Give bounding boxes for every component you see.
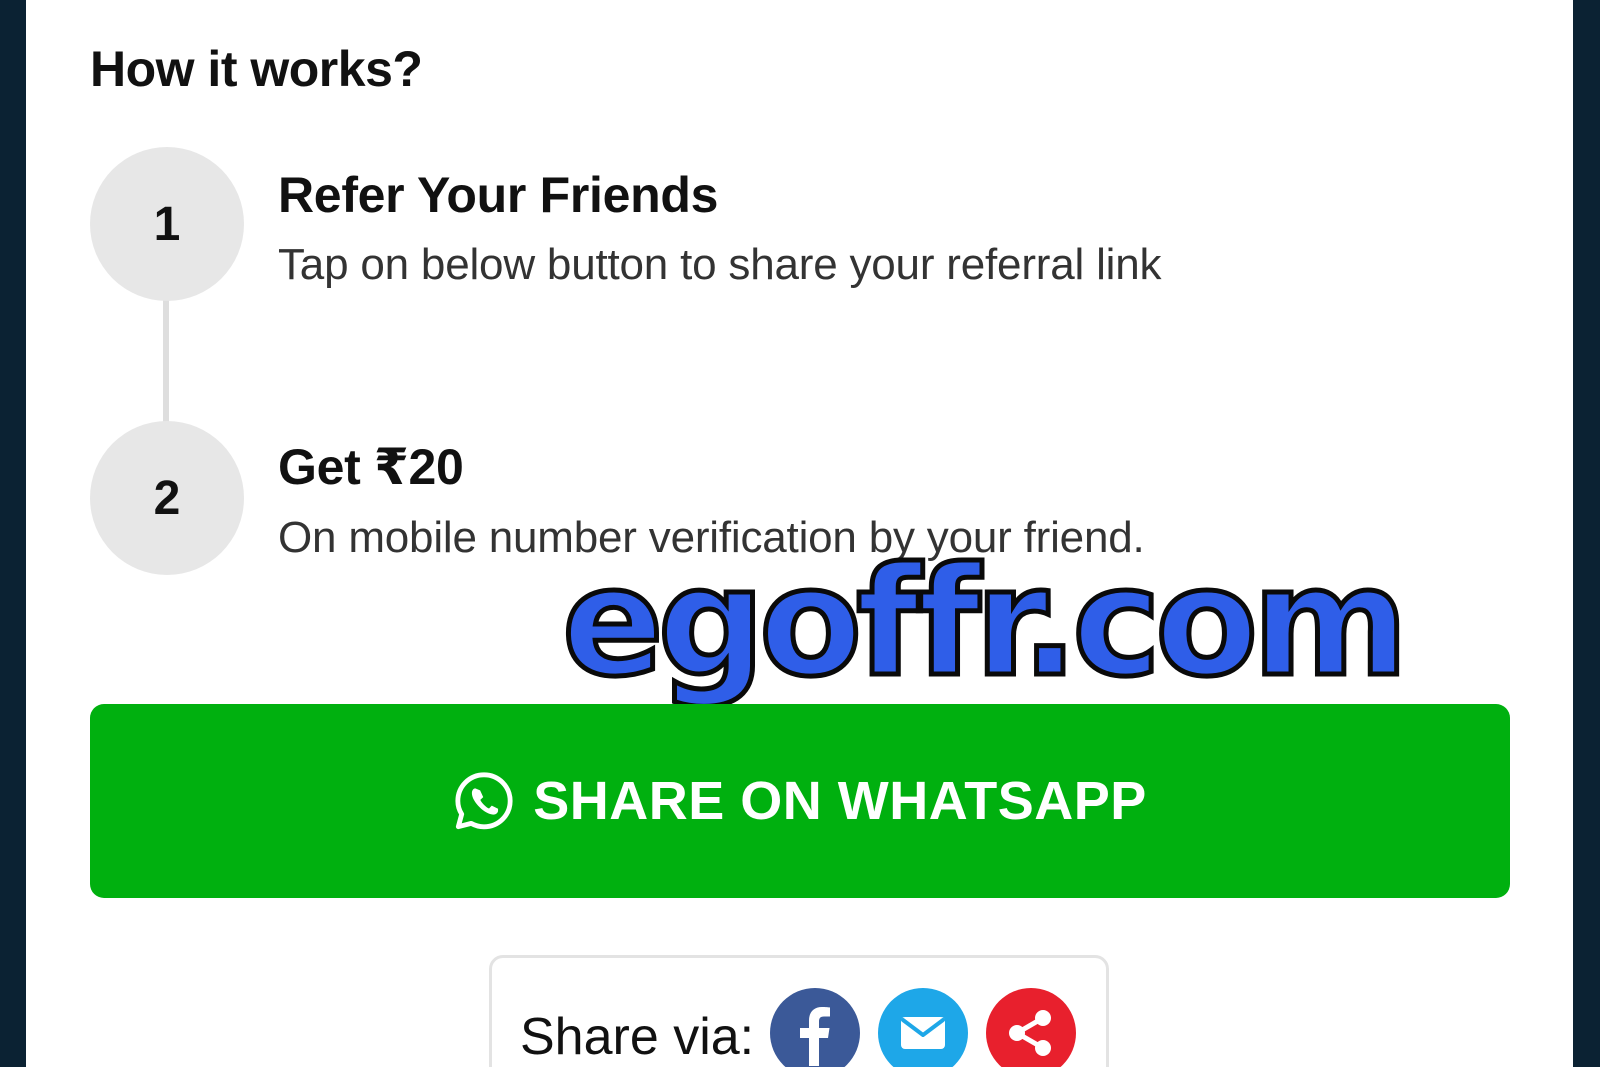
- step-description: Tap on below button to share your referr…: [278, 240, 1162, 289]
- step-number-badge: 1: [90, 147, 244, 301]
- share-icon: [1009, 1010, 1051, 1056]
- facebook-share-button[interactable]: [770, 988, 860, 1067]
- section-title: How it works?: [90, 41, 423, 97]
- facebook-icon: [800, 1007, 830, 1066]
- whatsapp-icon: [453, 770, 515, 832]
- mail-icon: [901, 1017, 945, 1049]
- step-title: Get ₹20: [278, 439, 464, 495]
- share-on-whatsapp-button[interactable]: SHARE ON WHATSAPP: [90, 704, 1510, 898]
- share-via-label: Share via:: [520, 1008, 755, 1066]
- step-title: Refer Your Friends: [278, 167, 719, 223]
- share-on-whatsapp-label: SHARE ON WHATSAPP: [533, 771, 1147, 831]
- email-share-button[interactable]: [878, 988, 968, 1067]
- generic-share-button[interactable]: [986, 988, 1076, 1067]
- share-via-panel: Share via:: [489, 955, 1109, 1067]
- watermark-text: egoffr.com: [560, 536, 1412, 710]
- step-number-badge: 2: [90, 421, 244, 575]
- referral-card: How it works? 1 Refer Your Friends Tap o…: [26, 0, 1573, 1067]
- step-connector-line: [163, 292, 169, 422]
